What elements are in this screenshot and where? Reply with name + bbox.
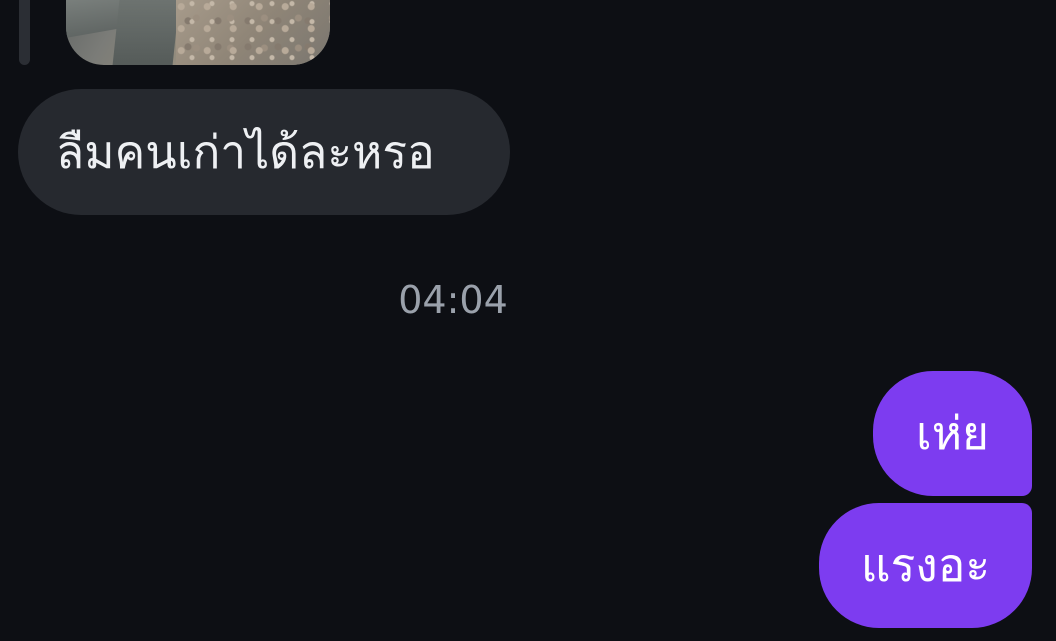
message-timestamp: 04:04 [398,278,508,322]
thread-indicator-line [19,0,30,65]
incoming-image-message[interactable] [66,0,330,65]
outgoing-message-bubble[interactable]: เห่ย [873,371,1032,496]
image-content [176,0,330,65]
image-content [112,0,180,65]
outgoing-message-bubble[interactable]: แรงอะ [819,503,1032,628]
incoming-message-bubble[interactable]: ลืมคนเก่าได้ละหรอ [18,89,510,215]
chat-thread: ลืมคนเก่าได้ละหรอ 04:04 เห่ย แรงอะ [0,0,1056,641]
